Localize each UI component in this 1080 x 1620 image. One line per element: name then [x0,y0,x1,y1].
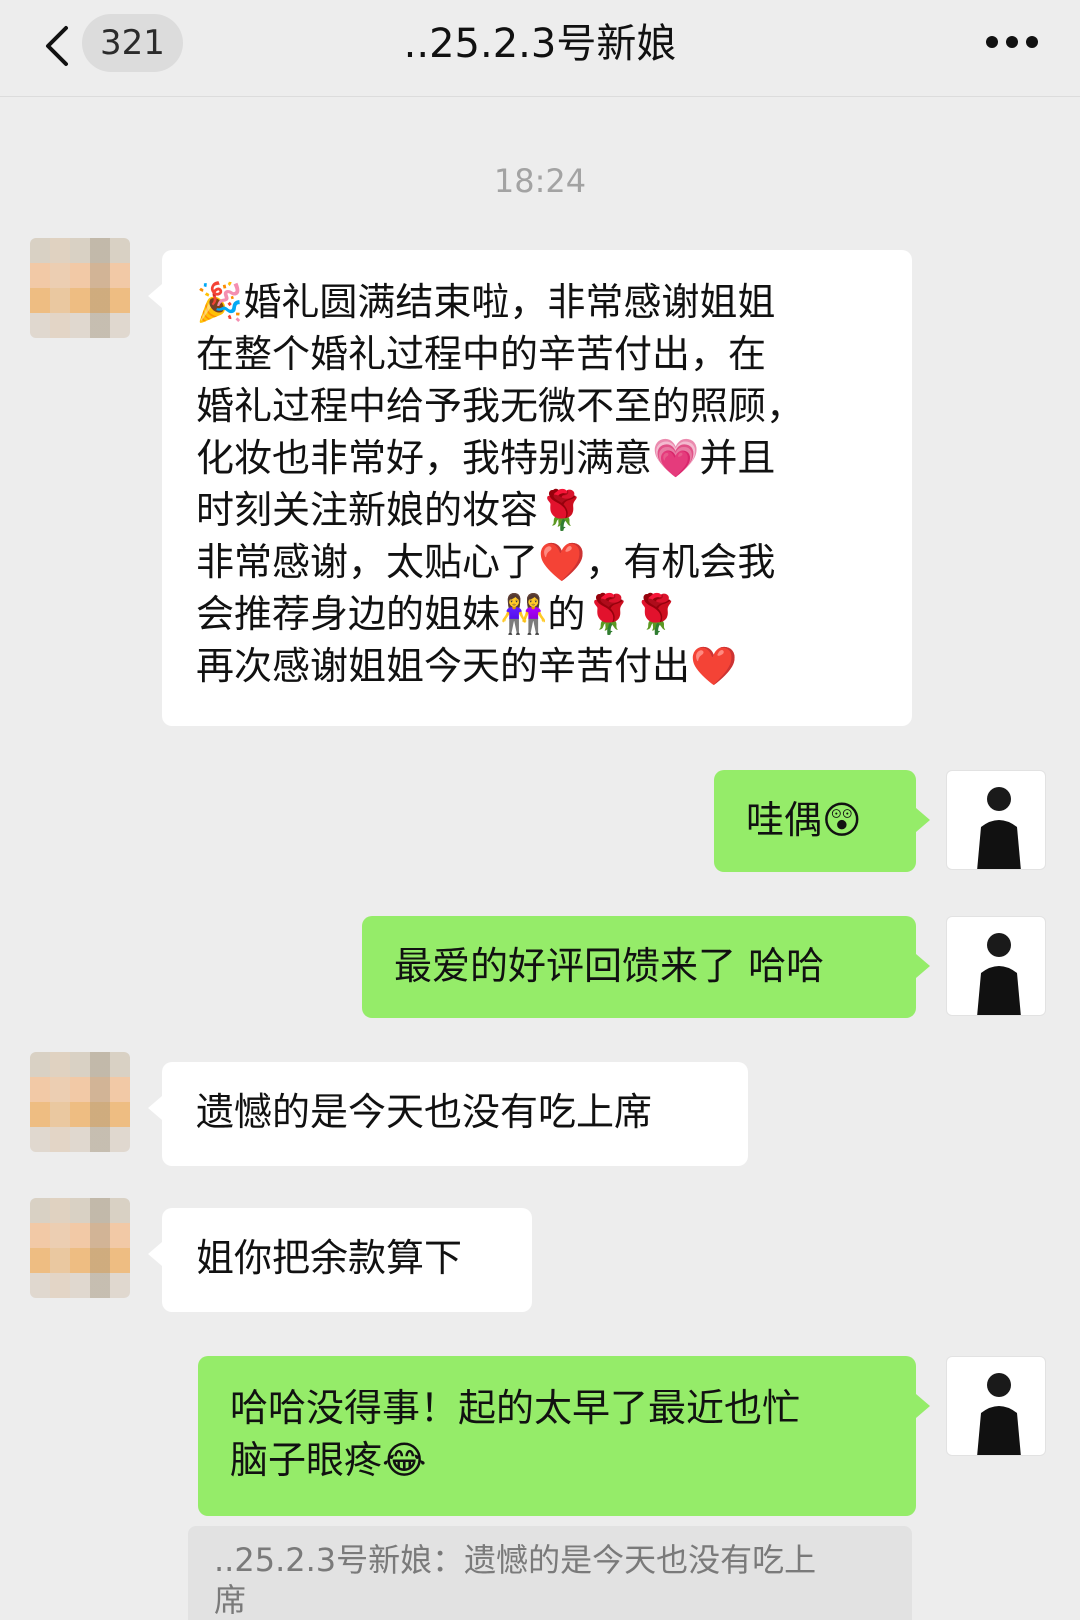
person-photo-icon [977,933,1021,1015]
quote-line: 席 [214,1581,247,1619]
back-button[interactable]: 321 [28,14,183,74]
more-button[interactable] [968,20,1048,64]
person-photo-icon [977,787,1021,869]
person-photo-icon [977,1373,1021,1455]
more-dot [1026,36,1038,48]
message-line: 婚礼过程中给予我无微不至的照顾， [196,384,805,428]
more-dots-icon [986,36,998,48]
more-dot [1006,36,1018,48]
unread-count-badge: 321 [82,14,183,72]
message-bubble-incoming[interactable]: 🎉婚礼圆满结束啦，非常感谢姐姐 在整个婚礼过程中的辛苦付出，在 婚礼过程中给予我… [148,250,912,726]
message-text: 最爱的好评回馈来了 哈哈 [394,944,825,988]
message-bubble-outgoing[interactable]: 最爱的好评回馈来了 哈哈 [362,916,930,1018]
message-line: 哈哈没得事！起的太早了最近也忙 [230,1386,801,1430]
contact-avatar[interactable] [30,238,130,338]
message-line: 时刻关注新娘的妆容🌹 [196,488,586,532]
user-avatar[interactable] [946,1356,1046,1456]
message-bubble-outgoing[interactable]: 哇偶😲 [714,770,930,872]
contact-avatar[interactable] [30,1198,130,1298]
message-line: 会推荐身边的姐妹👭的🌹🌹 [196,592,680,636]
chat-title: ..25.2.3号新娘 [403,21,677,67]
chat-screen: 321 ..25.2.3号新娘 18:24 🎉婚礼圆满结束啦，非常感谢姐姐 在整… [0,0,1080,1620]
message-line: 🎉婚礼圆满结束啦，非常感谢姐姐 [196,280,776,324]
message-text: 姐你把余款算下 [196,1236,463,1280]
message-bubble-incoming[interactable]: 遗憾的是今天也没有吃上席 [148,1062,748,1166]
chat-header: 321 ..25.2.3号新娘 [0,0,1080,97]
message-bubble-outgoing[interactable]: 哈哈没得事！起的太早了最近也忙 脑子眼疼😂 [198,1356,930,1516]
message-line: 非常感谢，太贴心了❤️，有机会我 [196,540,776,584]
quote-line: ..25.2.3号新娘：遗憾的是今天也没有吃上 [214,1541,817,1579]
contact-avatar[interactable] [30,1052,130,1152]
message-text: 哇偶😲 [746,798,862,842]
chevron-left-icon [46,26,68,66]
user-avatar[interactable] [946,770,1046,870]
message-line: 再次感谢姐姐今天的辛苦付出❤️ [196,644,738,688]
message-line: 脑子眼疼😂 [230,1438,427,1482]
message-line: 化妆也非常好，我特别满意💗并且 [196,436,776,480]
user-avatar[interactable] [946,916,1046,1016]
message-line: 在整个婚礼过程中的辛苦付出，在 [196,332,767,376]
message-timestamp: 18:24 [493,162,587,200]
message-bubble-incoming[interactable]: 姐你把余款算下 [148,1208,532,1312]
quoted-message[interactable]: ..25.2.3号新娘：遗憾的是今天也没有吃上 席 [188,1526,912,1620]
message-text: 遗憾的是今天也没有吃上席 [196,1090,653,1134]
